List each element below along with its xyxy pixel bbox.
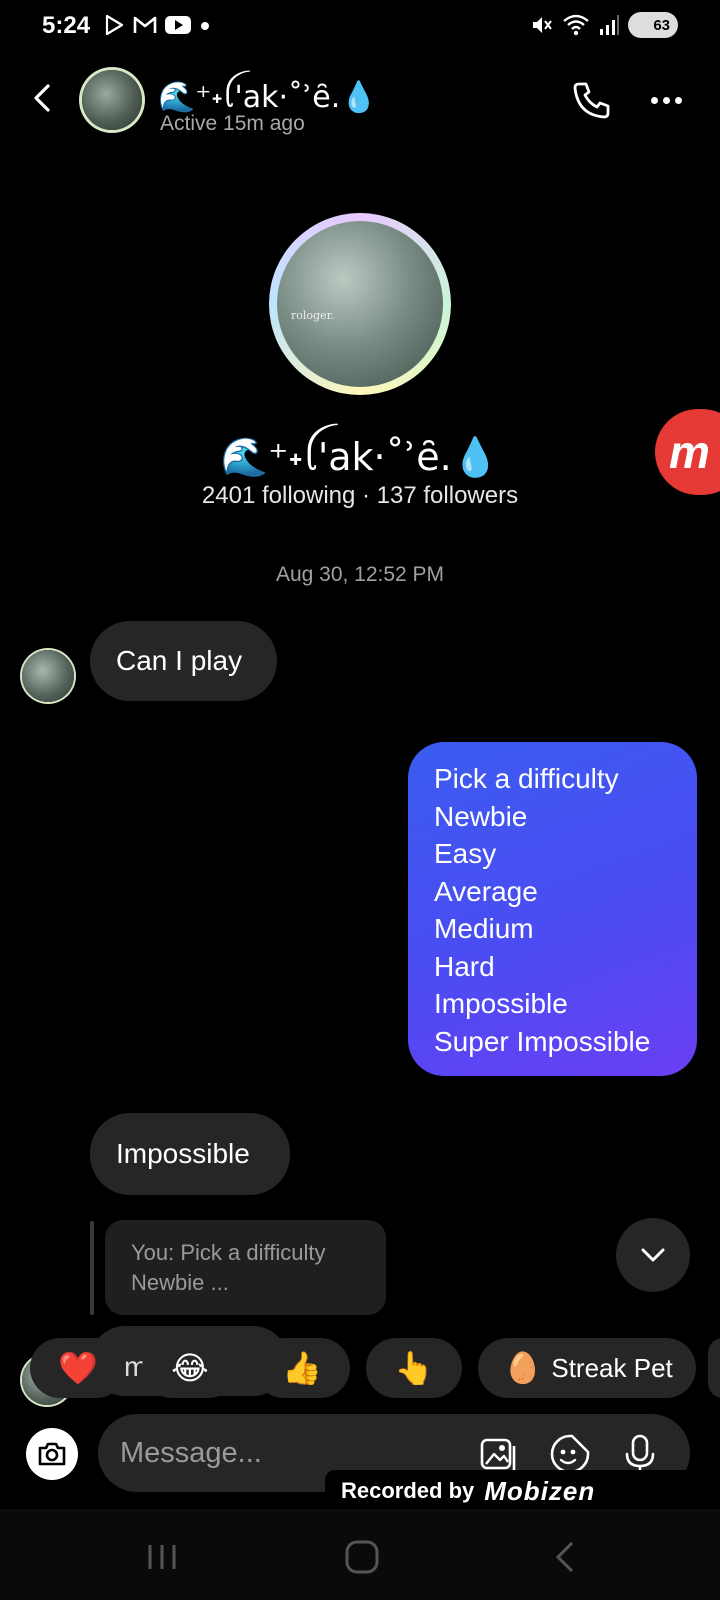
play-store-icon [105,14,124,36]
notification-icons [102,13,212,37]
battery-indicator: 63 [628,12,678,38]
contact-avatar[interactable] [82,70,142,130]
sender-avatar[interactable] [22,650,74,702]
message-line: Impossible [434,988,568,1019]
gmail-icon [133,16,157,33]
message-bubble-outgoing[interactable]: Pick a difficulty Newbie Easy Average Me… [408,742,697,1076]
status-bar: 5:24 63 [0,0,720,56]
reply-preview[interactable]: You: Pick a difficulty Newbie ... [105,1220,386,1315]
message-line: Average [434,875,538,907]
profile-stats: 2401 following · 137 followers [201,482,519,509]
heart-icon: ❤️ [58,1349,98,1387]
reaction-laugh[interactable]: 😂 [142,1338,238,1398]
streak-pet-label: Streak Pet [551,1352,673,1383]
recorded-by-banner: Recorded by Mobizen [325,1470,695,1512]
home-icon[interactable] [342,1537,382,1577]
reply-preview-line: Newbie ... [131,1270,229,1295]
reaction-thumbs-up[interactable]: 👍 [254,1338,350,1398]
thread-timestamp: Aug 30, 12:52 PM [275,563,445,586]
system-navigation-bar [0,1509,720,1600]
reaction-heart[interactable]: ❤️ [30,1338,126,1398]
message-line: Easy [434,838,497,869]
message-line: Hard [434,950,495,982]
wifi-icon [563,14,589,36]
youtube-icon [165,16,191,34]
back-icon[interactable] [24,80,60,116]
message-bubble-incoming[interactable]: Impossible [90,1113,290,1195]
message-text: Impossible [116,1138,250,1169]
chat-header: 🌊⁺˖ꪶ'ak·˚ʾȇ.💧 Active 15m ago [0,62,720,142]
message-text: Can I play [116,645,243,676]
message-line: Pick a difficulty [434,763,619,794]
chevron-down-icon [641,1248,665,1262]
dot-icon [201,22,209,30]
status-time: 5:24 [42,12,91,39]
mute-icon [533,17,552,33]
contact-active-status: Active 15m ago [160,112,305,135]
recorded-by-text: Recorded by [341,1478,475,1503]
mobizen-logo: Mobizen [484,1475,596,1506]
message-line: Newbie [434,800,528,832]
back-nav-icon[interactable] [546,1537,586,1577]
profile-avatar[interactable]: rologer. [269,213,451,395]
reply-preview-line: You: Pick a difficulty [131,1240,326,1265]
pointing-up-icon: 👆 [394,1349,434,1387]
streak-pet-chip[interactable]: 🥚 Streak Pet [478,1338,696,1398]
avatar-caption: rologer. [291,309,335,322]
system-icons: 63 [530,12,678,38]
reaction-chip-overflow[interactable] [708,1338,720,1398]
battery-level: 63 [653,16,670,34]
reply-indicator-bar [90,1221,94,1315]
camera-icon[interactable] [26,1428,78,1480]
thumbs-up-icon: 👍 [282,1349,322,1387]
recent-apps-icon[interactable] [142,1537,182,1577]
laughing-face-icon: 😂 [171,1349,209,1387]
scroll-to-bottom-button[interactable] [616,1218,690,1292]
phone-icon[interactable] [570,78,614,122]
message-line: Medium [434,913,534,944]
signal-icon [600,15,619,35]
more-options-icon[interactable] [644,80,688,120]
message-bubble-incoming[interactable]: Can I play [90,621,277,701]
message-line: Super Impossible [434,1025,651,1057]
egg-icon: 🥚 [504,1350,542,1386]
reaction-point-up[interactable]: 👆 [366,1338,462,1398]
